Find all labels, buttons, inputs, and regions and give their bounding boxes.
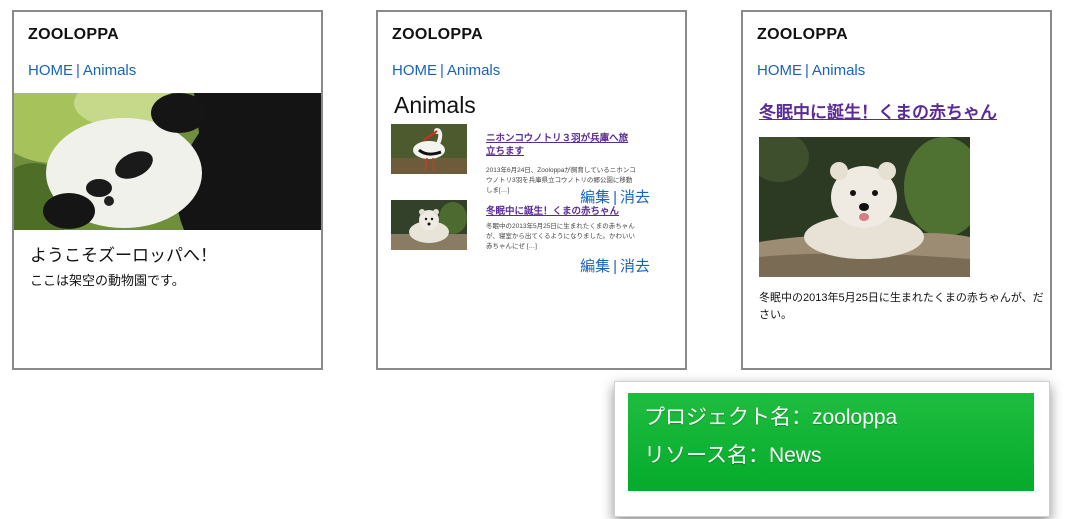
nav-home-link[interactable]: HOME xyxy=(392,62,437,79)
panda-photo xyxy=(14,93,321,230)
nav-animals-link[interactable]: Animals xyxy=(83,62,136,79)
entry-excerpt: 冬眠中の2013年5月25日に生まれたくまの赤ちゃんが、寝室から出てくるようにな… xyxy=(486,223,636,250)
nav-separator: | xyxy=(805,62,809,79)
news-detail-mockup: ZOOLOPPA HOME | Animals 冬眠中に誕生！くまの赤ちゃん 冬眠中… xyxy=(741,10,1052,370)
entry-title-link[interactable]: ニホンコウノトリ３羽が兵庫へ旅立ちます xyxy=(486,132,636,158)
polar-bear-cub-photo xyxy=(759,137,970,277)
animals-list-mockup: ZOOLOPPA HOME | Animals Animals ニホンコウノトリ３羽… xyxy=(376,10,687,370)
nav-animals-link[interactable]: Animals xyxy=(812,62,865,79)
resource-name-label: リソース名：News xyxy=(644,444,822,467)
page-heading: Animals xyxy=(394,92,476,118)
article-title[interactable]: 冬眠中に誕生！くまの赤ちゃん xyxy=(759,98,997,123)
nav-separator: | xyxy=(76,62,80,79)
project-note: プロジェクト名：zooloppa リソース名：News xyxy=(628,393,1034,491)
stork-photo xyxy=(391,124,467,174)
welcome-title: ようこそズーロッパへ！ xyxy=(30,246,217,265)
entry-title-link[interactable]: 冬眠中に誕生！くまの赤ちゃん xyxy=(486,205,636,218)
edit-link[interactable]: 編集 xyxy=(580,258,610,275)
list-item: ニホンコウノトリ３羽が兵庫へ旅立ちます 2013年6月24日、Zooloppaが… xyxy=(391,124,683,206)
project-name-label: プロジェクト名：zooloppa xyxy=(644,406,898,429)
welcome-text: ここは架空の動物園です。 xyxy=(30,273,185,288)
nav-animals-link[interactable]: Animals xyxy=(447,62,500,79)
article-body: 冬眠中の2013年5月25日に生まれたくまの赤ちゃんが、ださい。 xyxy=(759,292,1044,321)
nav-bar: HOME | Animals xyxy=(392,62,500,79)
entry-actions: 編集 | 消去 xyxy=(580,255,650,276)
nav-separator: | xyxy=(440,62,444,79)
polar-bear-cub-photo xyxy=(391,200,467,250)
delete-link[interactable]: 消去 xyxy=(620,258,650,275)
action-separator: | xyxy=(613,258,617,275)
nav-home-link[interactable]: HOME xyxy=(28,62,73,79)
site-title: ZOOLOPPA xyxy=(28,26,119,43)
home-page-mockup: ZOOLOPPA HOME | Animals ようこそズーロッパへ！ ここは架空の… xyxy=(12,10,323,370)
nav-bar: HOME | Animals xyxy=(28,62,136,79)
site-title: ZOOLOPPA xyxy=(392,26,483,43)
nav-home-link[interactable]: HOME xyxy=(757,62,802,79)
list-item: 冬眠中に誕生！くまの赤ちゃん 冬眠中の2013年5月25日に生まれたくまの赤ちゃ… xyxy=(391,200,683,280)
site-title: ZOOLOPPA xyxy=(757,26,848,43)
nav-bar: HOME | Animals xyxy=(757,62,865,79)
